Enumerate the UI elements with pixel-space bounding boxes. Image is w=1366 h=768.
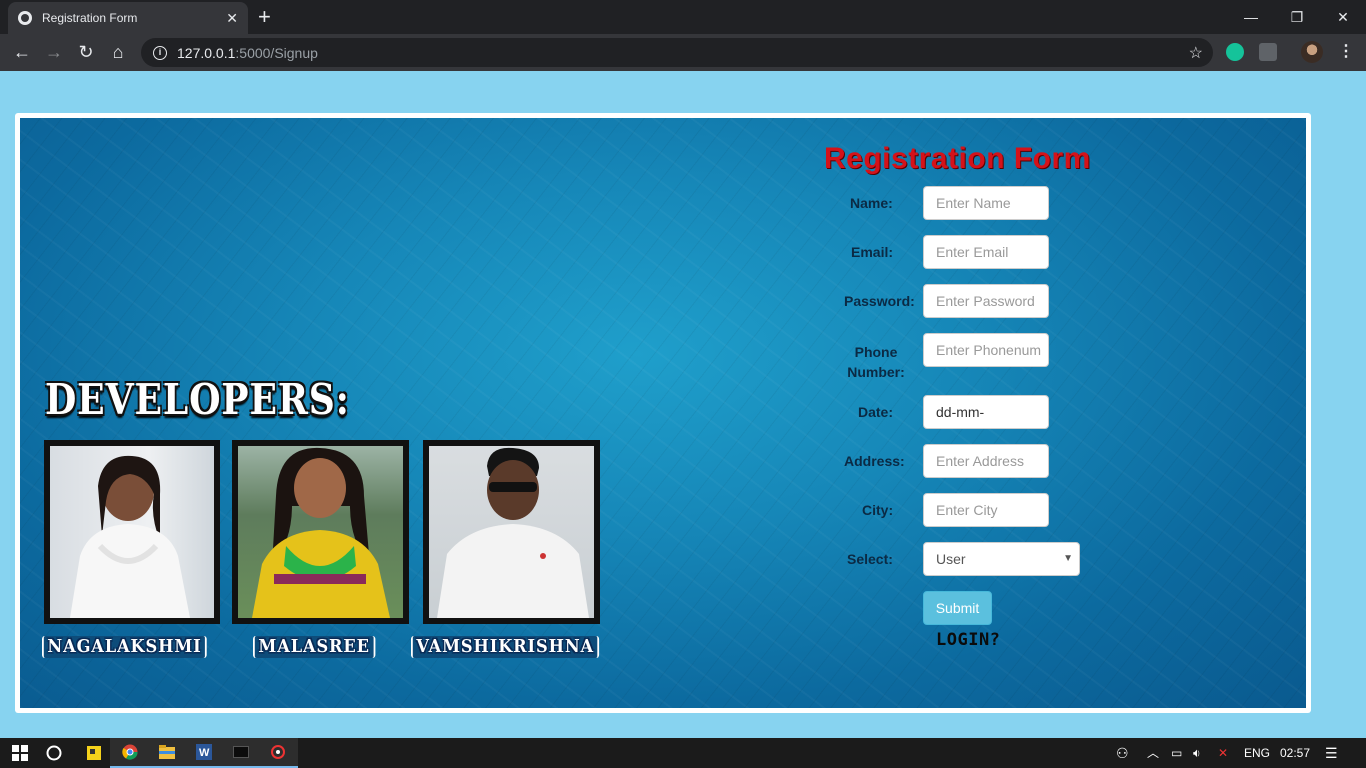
- people-icon[interactable]: ⚇: [1116, 738, 1129, 768]
- minimize-button[interactable]: —: [1228, 0, 1274, 34]
- info-icon[interactable]: i: [153, 45, 167, 60]
- new-tab-button[interactable]: +: [258, 4, 271, 30]
- developer-name-1: NAGALAKSHMI: [42, 636, 208, 658]
- volume-icon[interactable]: 🔉︎: [1193, 738, 1201, 768]
- developers-heading: DEVELOPERS:: [45, 375, 350, 424]
- maximize-button[interactable]: ❐: [1274, 0, 1320, 34]
- svg-text:W: W: [199, 747, 210, 759]
- profile-avatar[interactable]: [1301, 41, 1323, 63]
- browser-tab-bar: Registration Form ✕ + — ❐ ✕: [0, 0, 1366, 34]
- password-input[interactable]: Enter Password: [923, 284, 1049, 318]
- login-link[interactable]: LOGIN?: [936, 630, 1000, 650]
- tab-title: Registration Form: [42, 11, 138, 25]
- person-photo: [70, 455, 190, 618]
- date-input[interactable]: dd-mm-: [923, 395, 1049, 429]
- developer-name-3: VAMSHIKRISHNA: [411, 636, 600, 658]
- reload-icon[interactable]: ↻: [74, 40, 98, 64]
- extension-icon[interactable]: [1259, 43, 1277, 61]
- address-label: Address:: [844, 453, 905, 469]
- windows-taskbar: W ⚇ ︿ ▭ 🔉︎ ✕ ENG 02:57 ☰: [0, 738, 1366, 768]
- name-label: Name:: [850, 195, 893, 211]
- password-label: Password:: [844, 293, 915, 309]
- sticky-notes-icon[interactable]: [74, 738, 114, 768]
- grammarly-extension-icon[interactable]: [1226, 43, 1244, 61]
- person-photo: [252, 447, 390, 618]
- url-host: 127.0.0.1: [177, 44, 236, 61]
- show-hidden-icons-icon[interactable]: ︿: [1147, 738, 1159, 768]
- file-explorer-icon[interactable]: [147, 738, 187, 768]
- app-gear-icon[interactable]: [258, 738, 298, 768]
- select-label: Select:: [847, 551, 893, 567]
- role-select[interactable]: User ▼: [923, 542, 1080, 576]
- globe-icon: [18, 11, 32, 25]
- language-indicator[interactable]: ENG: [1244, 738, 1270, 768]
- clock[interactable]: 02:57: [1280, 738, 1310, 768]
- browser-toolbar: ← → ↻ ⌂ i 127.0.0.1:5000/Signup ☆: [0, 34, 1366, 71]
- close-tab-icon[interactable]: ✕: [226, 10, 238, 27]
- email-label: Email:: [851, 244, 894, 260]
- search-circle-icon[interactable]: [34, 738, 74, 768]
- notifications-icon[interactable]: ☰: [1325, 738, 1338, 768]
- developer-photo-1: [44, 440, 220, 624]
- address-input[interactable]: Enter Address: [923, 444, 1049, 478]
- developer-photo-2: [232, 440, 409, 624]
- network-disconnected-icon[interactable]: ✕: [1218, 738, 1228, 768]
- phone-label: Phone Number:: [847, 344, 905, 380]
- address-bar[interactable]: i 127.0.0.1:5000/Signup ☆: [141, 38, 1213, 67]
- battery-icon[interactable]: ▭: [1171, 738, 1182, 768]
- phone-input[interactable]: Enter Phonenum: [923, 333, 1049, 367]
- date-label: Date:: [858, 404, 894, 420]
- chevron-down-icon: ▼: [1063, 553, 1073, 564]
- person-photo: [437, 447, 589, 618]
- developer-photo-3: [423, 440, 600, 624]
- word-icon[interactable]: W: [184, 738, 224, 768]
- email-input[interactable]: Enter Email: [923, 235, 1049, 269]
- name-input[interactable]: Enter Name: [923, 186, 1049, 220]
- forward-icon[interactable]: →: [42, 40, 66, 64]
- role-select-value: User: [936, 551, 966, 567]
- back-icon[interactable]: ←: [10, 40, 34, 64]
- chrome-taskbar-icon[interactable]: [110, 738, 150, 768]
- browser-tab[interactable]: Registration Form ✕: [8, 2, 248, 34]
- url-path: :5000/Signup: [235, 44, 318, 61]
- developer-name-2: MALASREE: [253, 636, 376, 658]
- bookmark-star-icon[interactable]: ☆: [1189, 43, 1203, 63]
- browser-menu-icon[interactable]: ⋮: [1338, 40, 1354, 64]
- form-title: Registration Form: [824, 142, 1091, 175]
- close-window-button[interactable]: ✕: [1320, 0, 1366, 34]
- city-label: City:: [862, 502, 894, 518]
- home-icon[interactable]: ⌂: [106, 40, 130, 64]
- city-input[interactable]: Enter City: [923, 493, 1049, 527]
- terminal-icon[interactable]: [221, 738, 261, 768]
- submit-button[interactable]: Submit: [923, 591, 992, 625]
